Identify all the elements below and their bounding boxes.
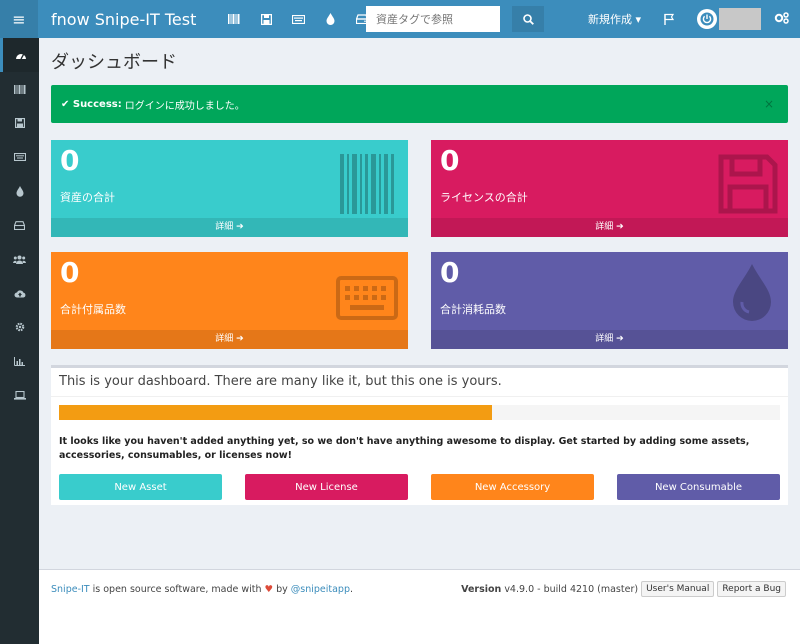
sidebar-item-people[interactable] xyxy=(0,242,39,276)
users-manual-button[interactable]: User's Manual xyxy=(641,581,715,597)
laptop-icon xyxy=(13,390,26,400)
alert-message: ログインに成功しました。 xyxy=(124,100,245,112)
sidebar-item-settings[interactable] xyxy=(0,310,39,344)
keyboard-icon xyxy=(13,153,26,161)
gear-icon xyxy=(15,322,24,332)
page-title: ダッシュボード xyxy=(51,52,177,73)
tile-label: 合計消耗品数 xyxy=(440,303,506,316)
new-license-button[interactable]: New License xyxy=(245,474,408,500)
tile-consumables: 0 合計消耗品数 詳細 ➔ xyxy=(431,252,788,349)
tile-more-link[interactable]: 詳細 ➔ xyxy=(51,330,408,349)
settings-gear-icon[interactable] xyxy=(774,11,790,25)
user-avatar[interactable] xyxy=(719,8,761,30)
drop-icon xyxy=(733,264,771,321)
sidebar xyxy=(0,38,39,644)
consumables-nav-icon[interactable] xyxy=(314,0,346,38)
licenses-nav-icon[interactable] xyxy=(250,0,282,38)
tile-count: 0 xyxy=(440,144,460,177)
tile-label: 資産の合計 xyxy=(60,191,115,204)
footer-period: . xyxy=(349,584,354,595)
keyboard-icon xyxy=(336,276,398,320)
sidebar-toggle-icon[interactable]: ≡ xyxy=(0,0,38,38)
tile-licenses: 0 ライセンスの合計 詳細 ➔ xyxy=(431,140,788,237)
sidebar-item-dashboard[interactable] xyxy=(0,38,39,72)
floppy-icon xyxy=(718,154,778,214)
asset-tag-search-input[interactable] xyxy=(366,6,500,32)
main-content: ダッシュボード ✔ Success: ログインに成功しました。 × 0 資産の合… xyxy=(39,38,800,569)
tile-count: 0 xyxy=(60,256,80,289)
cloud-upload-icon xyxy=(14,289,25,297)
heart-icon: ♥ xyxy=(264,584,274,595)
footer: Snipe-IT is open source software, made w… xyxy=(39,569,800,644)
footer-text: is open source software, made with xyxy=(89,584,265,595)
power-icon[interactable] xyxy=(697,9,717,29)
sidebar-item-licenses[interactable] xyxy=(0,106,39,140)
tile-more-link[interactable]: 詳細 ➔ xyxy=(51,218,408,237)
welcome-message: It looks like you haven't added anything… xyxy=(59,436,750,461)
new-consumable-button[interactable]: New Consumable xyxy=(617,474,780,500)
assets-nav-icon[interactable] xyxy=(218,0,250,38)
flag-icon[interactable] xyxy=(660,10,678,28)
report-bug-button[interactable]: Report a Bug xyxy=(717,581,786,597)
search-button[interactable] xyxy=(512,6,544,32)
tile-accessories: 0 合計付属品数 詳細 ➔ xyxy=(51,252,408,349)
version-label: Version xyxy=(461,583,502,595)
divider xyxy=(51,396,788,397)
users-icon xyxy=(13,255,26,264)
version-value: v4.9.0 - build 4210 (master) xyxy=(504,583,639,595)
progress-fill xyxy=(59,405,492,420)
tile-assets: 0 資産の合計 詳細 ➔ xyxy=(51,140,408,237)
tile-count: 0 xyxy=(60,144,80,177)
floppy-icon xyxy=(14,118,25,128)
footer-credits: Snipe-IT is open source software, made w… xyxy=(51,584,353,595)
success-alert: ✔ Success: ログインに成功しました。 × xyxy=(51,85,788,123)
drop-icon xyxy=(16,185,23,197)
tile-more-link[interactable]: 詳細 ➔ xyxy=(431,330,788,349)
app-title[interactable]: fnow Snipe-IT Test xyxy=(38,10,218,29)
welcome-box: This is your dashboard. There are many l… xyxy=(51,365,788,505)
chart-icon xyxy=(14,356,25,366)
alert-strong: ✔ Success: xyxy=(61,98,122,110)
sidebar-item-reports[interactable] xyxy=(0,344,39,378)
snipeit-link[interactable]: Snipe-IT xyxy=(51,584,90,595)
tile-count: 0 xyxy=(440,256,460,289)
footer-version: Version v4.9.0 - build 4210 (master) Use… xyxy=(461,581,786,597)
alert-close-button[interactable]: × xyxy=(764,97,774,111)
top-navbar: ≡ fnow Snipe-IT Test 新規作成 ▾ xyxy=(0,0,800,38)
hdd-icon xyxy=(14,220,25,230)
new-accessory-button[interactable]: New Accessory xyxy=(431,474,594,500)
tile-label: ライセンスの合計 xyxy=(440,191,528,204)
sidebar-item-requestable[interactable] xyxy=(0,378,39,412)
progress-bar xyxy=(59,405,780,420)
search-icon xyxy=(522,13,534,25)
welcome-title: This is your dashboard. There are many l… xyxy=(59,374,502,389)
create-new-dropdown[interactable]: 新規作成 ▾ xyxy=(588,0,641,38)
sidebar-item-assets[interactable] xyxy=(0,72,39,106)
tile-label: 合計付属品数 xyxy=(60,303,126,316)
sidebar-item-accessories[interactable] xyxy=(0,140,39,174)
tile-more-link[interactable]: 詳細 ➔ xyxy=(431,218,788,237)
new-asset-button[interactable]: New Asset xyxy=(59,474,222,500)
barcode-icon xyxy=(340,154,394,214)
dashboard-icon xyxy=(16,53,26,59)
barcode-icon xyxy=(13,84,25,94)
sidebar-item-import[interactable] xyxy=(0,276,39,310)
sidebar-item-components[interactable] xyxy=(0,208,39,242)
sidebar-item-consumables[interactable] xyxy=(0,174,39,208)
footer-text: by xyxy=(273,584,291,595)
snipeitapp-link[interactable]: @snipeitapp xyxy=(291,584,350,595)
top-nav-icons xyxy=(218,0,378,38)
accessories-nav-icon[interactable] xyxy=(282,0,314,38)
